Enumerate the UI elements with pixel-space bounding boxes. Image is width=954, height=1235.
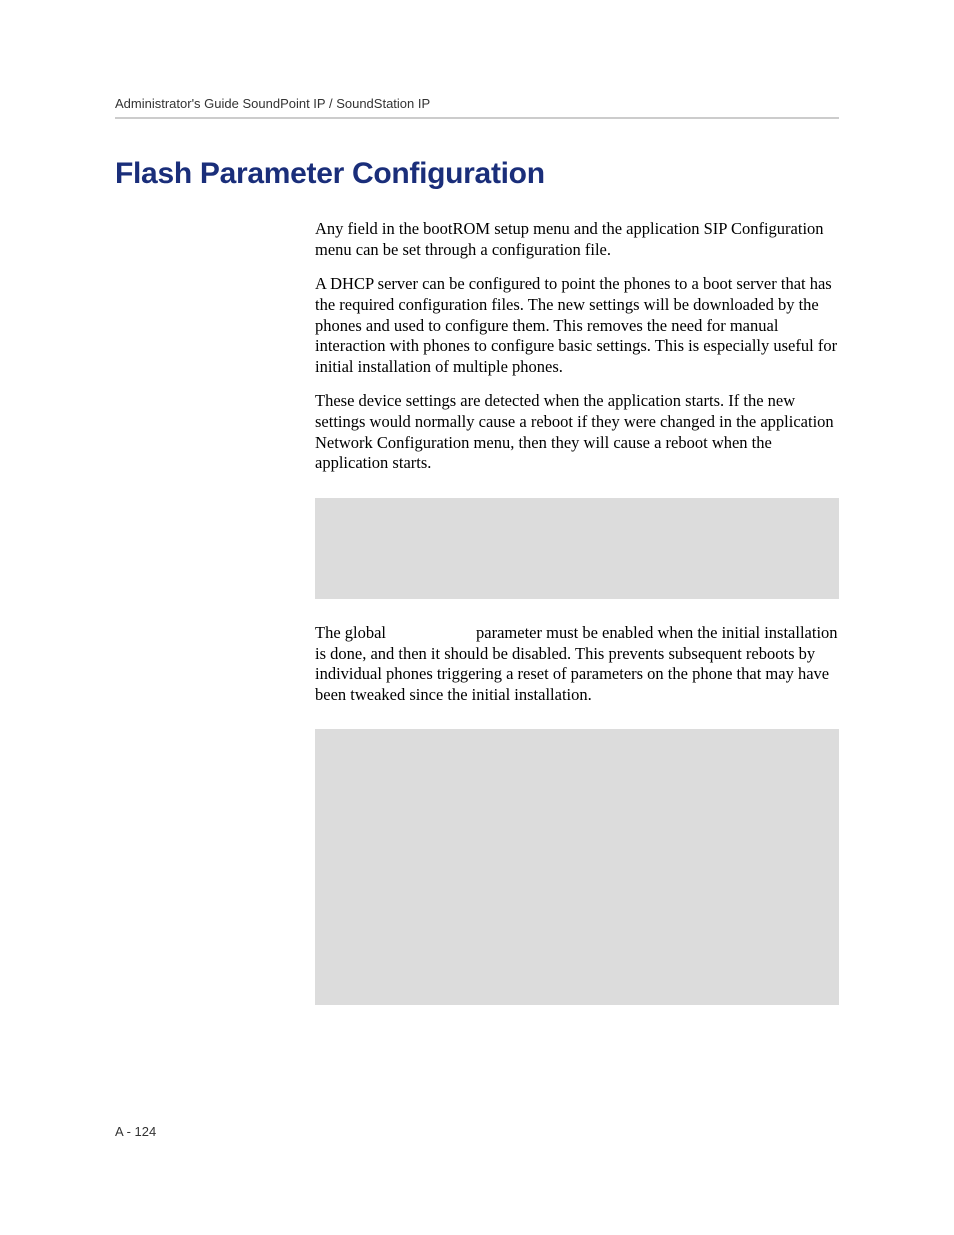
placeholder-block-1 bbox=[315, 498, 839, 599]
paragraph-1: Any field in the bootROM setup menu and … bbox=[315, 219, 839, 260]
paragraph-2: A DHCP server can be configured to point… bbox=[315, 274, 839, 377]
running-header: Administrator's Guide SoundPoint IP / So… bbox=[115, 96, 839, 111]
paragraph-4-part-a: The global bbox=[315, 623, 386, 642]
placeholder-block-2 bbox=[315, 729, 839, 1005]
page-number: A - 124 bbox=[115, 1124, 156, 1139]
paragraph-3: These device settings are detected when … bbox=[315, 391, 839, 474]
section-title: Flash Parameter Configuration bbox=[115, 157, 839, 191]
paragraph-4-part-b: parameter must be enabled when the initi… bbox=[315, 623, 838, 704]
header-divider bbox=[115, 117, 839, 119]
body-content: Any field in the bootROM setup menu and … bbox=[115, 219, 839, 1005]
paragraph-4: The globalparameter must be enabled when… bbox=[315, 623, 839, 706]
